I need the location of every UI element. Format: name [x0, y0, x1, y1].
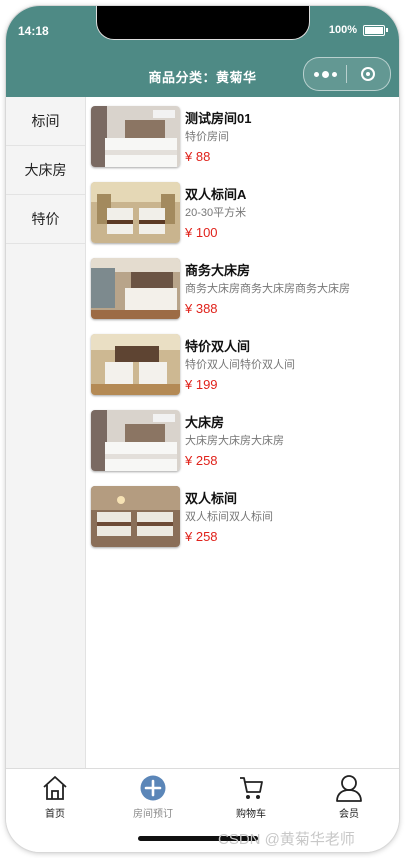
user-icon [336, 775, 362, 802]
room-thumbnail [91, 410, 180, 471]
sidebar-item-standard[interactable]: 标间 [6, 97, 85, 146]
room-price: ¥ 199 [185, 377, 218, 392]
room-desc: 商务大床房商务大床房商务大床房 [185, 283, 350, 295]
room-thumbnail [91, 182, 180, 243]
list-item[interactable]: 商务大床房 商务大床房商务大床房商务大床房 ¥ 388 [86, 254, 399, 329]
status-time: 14:18 [18, 24, 49, 38]
room-desc: 特价房间 [185, 131, 229, 143]
list-item[interactable]: 测试房间01 特价房间 ¥ 88 [86, 102, 399, 177]
room-price: ¥ 258 [185, 529, 218, 544]
room-name: 商务大床房 [185, 263, 251, 278]
device-notch [96, 6, 310, 40]
mini-program-capsule [303, 57, 391, 91]
room-thumbnail [91, 486, 180, 547]
room-price: ¥ 258 [185, 453, 218, 468]
room-name: 特价双人间 [185, 339, 251, 354]
room-thumbnail [91, 258, 180, 319]
cart-icon [240, 777, 263, 799]
room-price: ¥ 388 [185, 301, 218, 316]
room-desc: 20-30平方米 [185, 207, 247, 219]
tab-label: 会员 [339, 809, 359, 820]
room-thumbnail [91, 106, 180, 167]
tab-label: 房间预订 [133, 809, 173, 820]
room-name: 双人标间 [185, 491, 238, 506]
battery-percent: 100% [328, 24, 357, 36]
room-name: 测试房间01 [185, 111, 252, 126]
tab-label: 首页 [45, 809, 65, 820]
tab-home[interactable]: 首页 [6, 773, 104, 820]
list-item[interactable]: 双人标间A 20-30平方米 ¥ 100 [86, 178, 399, 253]
room-desc: 双人标间双人标间 [185, 511, 273, 523]
home-icon [43, 776, 67, 800]
tab-label: 购物车 [236, 809, 266, 820]
room-desc: 大床房大床房大床房 [185, 435, 284, 447]
room-thumbnail [91, 334, 180, 395]
battery-icon [363, 24, 388, 36]
close-target-icon[interactable] [347, 67, 389, 81]
list-item[interactable]: 大床房 大床房大床房大床房 ¥ 258 [86, 406, 399, 481]
nav-header: 14:18 100% 商品分类：黄菊华 [6, 6, 399, 97]
tab-member[interactable]: 会员 [300, 773, 398, 820]
room-list: 测试房间01 特价房间 ¥ 88 双人标间A 20-30平方米 ¥ 100 商务… [86, 97, 399, 768]
sidebar-item-special[interactable]: 特价 [6, 195, 85, 244]
room-name: 大床房 [185, 415, 225, 430]
list-item[interactable]: 特价双人间 特价双人间特价双人间 ¥ 199 [86, 330, 399, 405]
watermark: CSDN @黄菊华老师 [218, 831, 355, 848]
sidebar-item-king[interactable]: 大床房 [6, 146, 85, 195]
more-icon[interactable] [304, 70, 346, 78]
tab-cart[interactable]: 购物车 [202, 773, 300, 820]
room-name: 双人标间A [185, 187, 247, 202]
list-item[interactable]: 双人标间 双人标间双人标间 ¥ 258 [86, 482, 399, 557]
room-price: ¥ 88 [185, 149, 211, 164]
room-desc: 特价双人间特价双人间 [185, 359, 295, 371]
phone-frame: 14:18 100% 商品分类：黄菊华 标间 大床房 特价 测试房间01 特价房… [6, 6, 399, 852]
plus-circle-icon [140, 775, 166, 801]
room-price: ¥ 100 [185, 225, 218, 240]
category-sidebar: 标间 大床房 特价 [6, 97, 86, 768]
tab-booking[interactable]: 房间预订 [104, 773, 202, 820]
status-battery: 100% [328, 24, 388, 36]
